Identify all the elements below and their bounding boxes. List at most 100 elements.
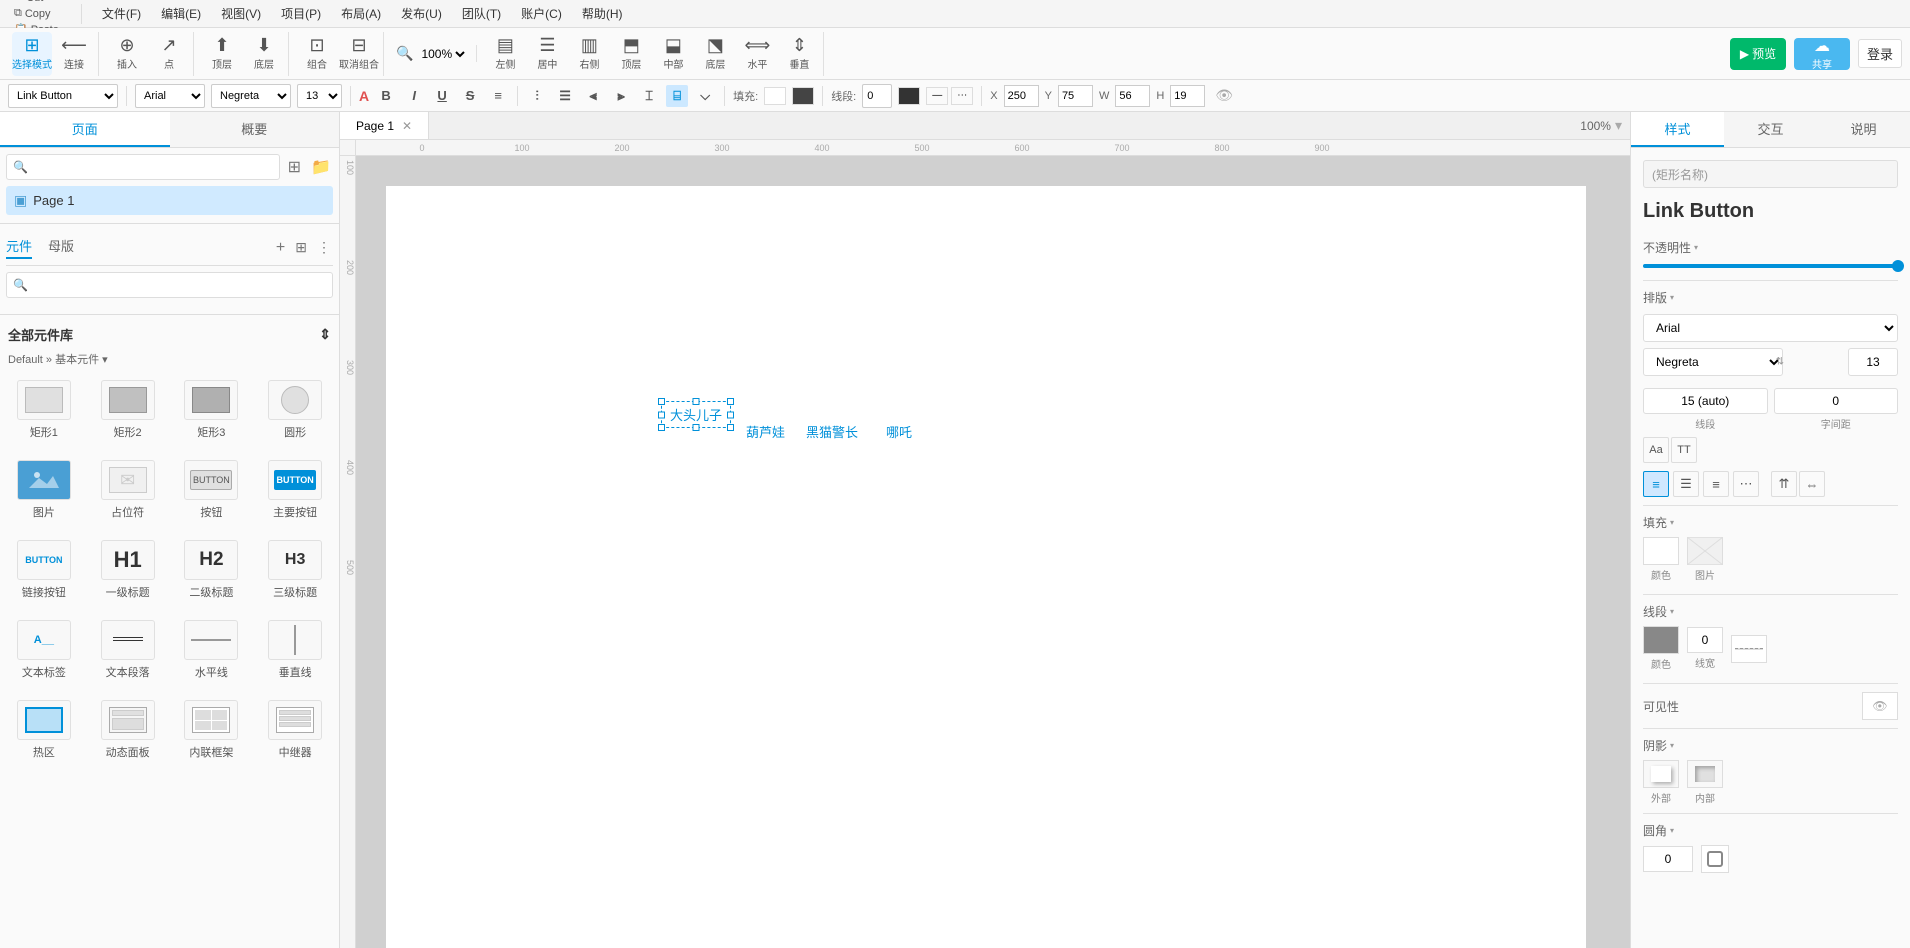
canvas-tab-close[interactable]: ✕ (402, 119, 412, 133)
border-color-box[interactable] (898, 87, 920, 105)
comp-item-rect1[interactable]: 矩形1 (6, 374, 82, 446)
canvas-tab-page1[interactable]: Page 1 ✕ (340, 112, 429, 139)
comp-item-link-button[interactable]: BUTTON 链接按钮 (6, 534, 82, 606)
handle-mr[interactable] (727, 411, 734, 418)
fill-image-option[interactable]: 图片 (1687, 537, 1723, 582)
link-btn-heimaojingzhang[interactable]: 黑猫警长 (806, 422, 858, 441)
point-button[interactable]: ↗ 点 (149, 32, 189, 76)
select-mode-button[interactable]: ⊞ 选择模式 (12, 32, 52, 76)
handle-tl[interactable] (658, 398, 665, 405)
font-color-button[interactable]: A (359, 88, 369, 104)
preview-button[interactable]: ▶ 预览 (1730, 38, 1786, 70)
align-right-text-button[interactable]: ⫷ (582, 85, 604, 107)
comp-item-main-button[interactable]: BUTTON 主要按钮 (257, 454, 333, 526)
align-right-button[interactable]: ▥ 右侧 (569, 32, 609, 76)
comp-item-h1[interactable]: H1 一级标题 (90, 534, 166, 606)
char-spacing-input[interactable] (1774, 388, 1899, 414)
font-preview-btn[interactable]: Aa (1643, 437, 1669, 463)
menu-view[interactable]: 视图(V) (217, 3, 265, 24)
page-search-input[interactable] (32, 160, 273, 174)
comp-item-h3[interactable]: H3 三级标题 (257, 534, 333, 606)
border-color-option[interactable]: 颜色 (1643, 626, 1679, 671)
border-width-right-input[interactable] (1687, 627, 1723, 653)
component-type-select[interactable]: Link Button (8, 84, 118, 108)
copy-action[interactable]: ⧉ Copy (12, 6, 61, 21)
italic-button[interactable]: I (403, 85, 425, 107)
menu-edit[interactable]: 编辑(E) (157, 3, 205, 24)
align-center-button[interactable]: ☰ 居中 (527, 32, 567, 76)
align-bottom-button[interactable]: ⬔ 底层 (695, 32, 735, 76)
folder-button[interactable]: 📁 (309, 155, 333, 179)
comp-item-image[interactable]: 图片 (6, 454, 82, 526)
bottom-layer-button[interactable]: ⬇ 底层 (244, 32, 284, 76)
corner-radius-input[interactable] (1643, 846, 1693, 872)
handle-tr[interactable] (727, 398, 734, 405)
align-middle-text-button[interactable]: ⌸ (666, 85, 688, 107)
comp-item-text-para[interactable]: 文本段落 (90, 614, 166, 686)
comp-item-vline[interactable]: 垂直线 (257, 614, 333, 686)
opacity-slider[interactable] (1643, 264, 1898, 268)
text-align-left-btn[interactable]: ≡ (1643, 471, 1669, 497)
fill-color-dark-box[interactable] (792, 87, 814, 105)
tab-masters[interactable]: 母版 (48, 236, 74, 259)
v-align-middle-btn[interactable]: ⇔ (1799, 471, 1825, 497)
comp-item-inline-frame[interactable]: 内联框架 (174, 694, 250, 766)
handle-bm[interactable] (693, 424, 700, 431)
border-width-input[interactable] (862, 84, 892, 108)
cut-action[interactable]: ✂ Cut (12, 0, 61, 5)
menu-file[interactable]: 文件(F) (98, 3, 145, 24)
menu-publish[interactable]: 发布(U) (397, 3, 446, 24)
link-btn-hutuwawa[interactable]: 葫芦娃 (746, 422, 785, 441)
zoom-select[interactable]: 100% 75% 50% 150% 200% (417, 46, 468, 62)
line-spacing-input[interactable] (1643, 388, 1768, 414)
distribute-v-button[interactable]: ⇕ 垂直 (779, 32, 819, 76)
corner-style-btn[interactable] (1701, 845, 1729, 873)
fill-color-box[interactable] (764, 87, 786, 105)
insert-button[interactable]: ⊕ 插入 (107, 32, 147, 76)
component-menu-button[interactable]: ⋮ (315, 237, 333, 258)
fill-color-option[interactable]: 颜色 (1643, 537, 1679, 582)
connect-button[interactable]: ⟵ 连接 (54, 32, 94, 76)
align-left-button[interactable]: ▤ 左侧 (485, 32, 525, 76)
top-layer-button[interactable]: ⬆ 顶层 (202, 32, 242, 76)
align-top-text-button[interactable]: ⌶ (638, 85, 660, 107)
comp-item-placeholder[interactable]: ✉ 占位符 (90, 454, 166, 526)
comp-item-rect3[interactable]: 矩形3 (174, 374, 250, 446)
border-style-button[interactable]: — (926, 87, 948, 105)
bold-button[interactable]: B (375, 85, 397, 107)
tab-pages[interactable]: 页面 (0, 112, 170, 147)
comp-item-relay[interactable]: 中继器 (257, 694, 333, 766)
link-button-component[interactable]: 大头儿子 (661, 401, 731, 428)
handle-br[interactable] (727, 424, 734, 431)
font-family-select[interactable]: Arial (135, 84, 205, 108)
menu-team[interactable]: 团队(T) (458, 3, 505, 24)
x-input[interactable] (1004, 85, 1039, 107)
text-align-center-btn[interactable]: ☰ (1673, 471, 1699, 497)
menu-account[interactable]: 账户(C) (517, 3, 566, 24)
handle-tm[interactable] (693, 398, 700, 405)
comp-item-h2[interactable]: H2 二级标题 (174, 534, 250, 606)
underline-button[interactable]: U (431, 85, 453, 107)
justify-text-button[interactable]: ⫸ (610, 85, 632, 107)
page-item-page1[interactable]: ▣ Page 1 (6, 186, 333, 215)
y-input[interactable] (1058, 85, 1093, 107)
add-component-button[interactable]: + (274, 237, 287, 259)
ungroup-button[interactable]: ⊟ 取消组合 (339, 32, 379, 76)
visibility-icon[interactable]: 👁 (1215, 87, 1233, 104)
comp-item-hotspot[interactable]: 热区 (6, 694, 82, 766)
font-style-select[interactable]: Negreta (211, 84, 291, 108)
right-font-style-select[interactable]: Negreta (1643, 348, 1783, 376)
right-tab-style[interactable]: 样式 (1631, 112, 1724, 147)
text-align-right-btn[interactable]: ≡ (1703, 471, 1729, 497)
font-size-select[interactable]: 13 (297, 84, 342, 108)
login-button[interactable]: 登录 (1858, 39, 1902, 68)
right-tab-interaction[interactable]: 交互 (1724, 112, 1817, 147)
right-font-size-input[interactable] (1848, 348, 1898, 376)
tab-overview[interactable]: 概要 (170, 112, 340, 147)
h-input[interactable] (1170, 85, 1205, 107)
right-font-family-select[interactable]: Arial (1643, 314, 1898, 342)
strikethrough-button[interactable]: S (459, 85, 481, 107)
comp-item-hline[interactable]: 水平线 (174, 614, 250, 686)
handle-ml[interactable] (658, 411, 665, 418)
opacity-handle[interactable] (1892, 260, 1904, 272)
